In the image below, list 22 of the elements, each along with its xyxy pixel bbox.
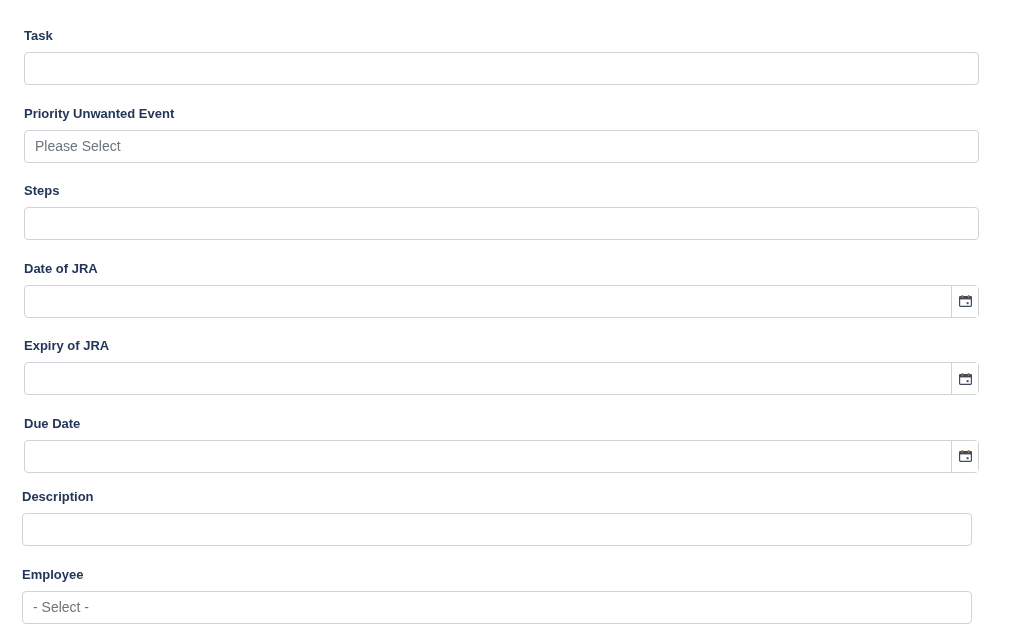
field-label: Steps [24,182,60,200]
field-label: Description [22,487,94,505]
field-label: Priority Unwanted Event [24,104,175,122]
field-label: Employee [22,565,84,583]
select-field[interactable]: - Select - [22,590,972,624]
calendar-icon [958,450,972,463]
field-label: Expiry of JRA [24,337,110,355]
field-label: Task [24,27,53,44]
select-field[interactable]: Please Select [24,129,979,163]
date-field[interactable] [24,439,979,473]
field-label: Due Date [24,414,81,432]
calendar-icon [958,295,972,308]
date-field[interactable] [24,284,979,318]
text-field[interactable] [24,207,979,241]
date-field[interactable] [24,362,979,396]
text-field[interactable] [22,512,972,546]
calendar-button[interactable] [951,285,978,317]
calendar-icon [958,372,972,385]
field-label: Date of JRA [24,259,98,277]
calendar-button[interactable] [951,363,978,395]
text-field[interactable] [24,52,979,85]
calendar-button[interactable] [951,440,978,472]
